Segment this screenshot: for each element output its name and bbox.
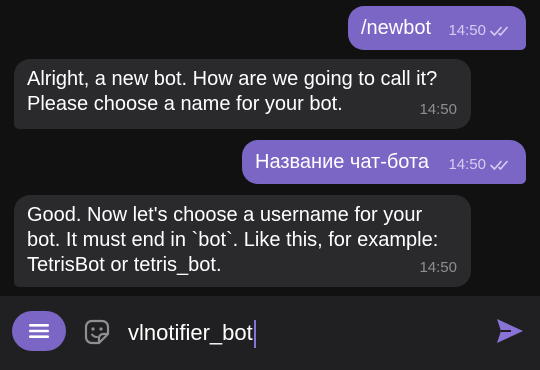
hamburger-menu-icon <box>29 324 49 338</box>
outgoing-message[interactable]: Название чат-бота 14:50 <box>242 140 526 184</box>
message-time: 14:50 <box>448 156 486 173</box>
message-input-value: vlnotifier_bot <box>128 320 253 345</box>
sticker-icon[interactable] <box>81 316 113 348</box>
message-text-line: Good. Now let's choose a username for yo… <box>27 204 423 226</box>
message-text-line: Alright, a new bot. How are we going to … <box>27 68 438 90</box>
double-check-icon <box>490 26 508 36</box>
message-text-line: Please choose a name for your bot. <box>27 93 343 115</box>
message-meta: 14:50 <box>419 255 457 280</box>
message-input[interactable]: vlnotifier_bot <box>128 318 468 349</box>
incoming-message[interactable]: Good. Now let's choose a username for yo… <box>14 195 471 287</box>
send-icon[interactable] <box>495 317 525 345</box>
message-time: 14:50 <box>448 22 486 39</box>
message-time: 14:50 <box>419 259 457 276</box>
message-meta: 14:50 <box>419 97 457 122</box>
outgoing-message[interactable]: /newbot 14:50 <box>348 6 526 50</box>
message-composer: vlnotifier_bot <box>0 296 540 370</box>
message-text-line: TetrisBot or tetris_bot. <box>27 254 222 276</box>
incoming-message[interactable]: Alright, a new bot. How are we going to … <box>14 59 471 129</box>
message-time: 14:50 <box>419 101 457 118</box>
message-list: /newbot 14:50 Alright, a new bot. How ar… <box>0 0 540 296</box>
message-meta: 14:50 <box>448 18 512 43</box>
message-meta: 14:50 <box>448 152 512 177</box>
double-check-icon <box>490 160 508 170</box>
message-text-line: bot. It must end in `bot`. Like this, fo… <box>27 229 439 251</box>
bot-menu-button[interactable] <box>12 311 66 351</box>
text-cursor <box>253 320 256 349</box>
